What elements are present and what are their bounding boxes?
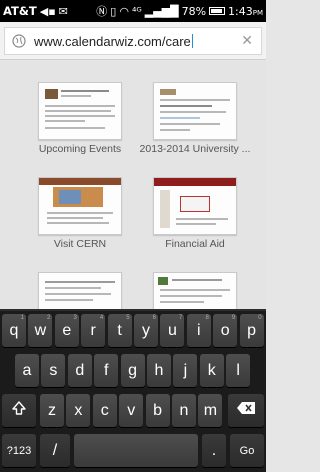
carrier-label: AT&T [3, 4, 37, 18]
key-j[interactable]: j [173, 354, 198, 387]
battery-percent: 78% [181, 4, 207, 18]
backspace-icon [236, 401, 256, 420]
key-r[interactable]: r4 [81, 314, 106, 347]
key-u[interactable]: u7 [160, 314, 185, 347]
soft-keyboard: q1 w2 e3 r4 t5 y6 u7 i8 o9 p0 a s d f g … [0, 309, 266, 472]
shift-icon [11, 400, 27, 421]
key-period[interactable]: . [202, 434, 226, 467]
most-visited-grid: Upcoming Events 2013-2014 University ...… [0, 61, 266, 309]
url-text: www.calendarwiz.com/care [34, 33, 191, 49]
key-b[interactable]: b [145, 394, 170, 427]
bookmark-thumbnail-6[interactable] [153, 272, 237, 309]
key-slash[interactable]: / [40, 434, 70, 467]
status-bar: AT&T ◀▪ ✉ Ⓝ ▯ ◠ ⁴ᴳ ▂▄▆█ 78% 1:43PM [0, 0, 266, 22]
key-y[interactable]: y6 [134, 314, 158, 347]
key-z[interactable]: z [40, 394, 64, 427]
backspace-key[interactable] [228, 394, 264, 427]
message-icon: ✉ [58, 4, 68, 18]
symbols-key[interactable]: ?123 [2, 434, 36, 467]
shift-key[interactable] [2, 394, 36, 427]
key-h[interactable]: h [147, 354, 171, 387]
key-c[interactable]: c [92, 394, 117, 427]
bookmark-thumbnail-upcoming-events[interactable] [38, 82, 122, 140]
key-p[interactable]: p0 [239, 314, 264, 347]
key-s[interactable]: s [41, 354, 66, 387]
key-w[interactable]: w2 [28, 314, 53, 347]
bookmark-thumbnail-university[interactable] [153, 82, 237, 140]
clear-icon[interactable]: ✕ [241, 33, 253, 49]
battery-icon [209, 7, 226, 15]
key-n[interactable]: n [172, 394, 196, 427]
clock: 1:43PM [228, 4, 263, 18]
key-q[interactable]: q1 [2, 314, 26, 347]
bookmark-label[interactable]: Financial Aid [135, 238, 255, 250]
key-e[interactable]: e3 [54, 314, 79, 347]
vibrate-icon: ▯ [110, 4, 117, 18]
url-input[interactable]: www.calendarwiz.com/care ✕ [4, 27, 262, 55]
key-a[interactable]: a [15, 354, 39, 387]
signal-icon: ▂▄▆█ [144, 4, 179, 18]
key-v[interactable]: v [119, 394, 144, 427]
bookmark-thumbnail-5[interactable] [38, 272, 122, 309]
bookmark-label[interactable]: Upcoming Events [20, 143, 140, 155]
wifi-icon: ◠ [119, 4, 129, 18]
key-f[interactable]: f [94, 354, 119, 387]
key-g[interactable]: g [120, 354, 145, 387]
key-d[interactable]: d [67, 354, 92, 387]
go-key[interactable]: Go [230, 434, 264, 467]
key-x[interactable]: x [66, 394, 91, 427]
voicemail-icon: ◀▪ [39, 4, 56, 18]
bookmark-thumbnail-visit-cern[interactable] [38, 177, 122, 235]
key-t[interactable]: t5 [107, 314, 132, 347]
key-m[interactable]: m [198, 394, 223, 427]
browser-toolbar: www.calendarwiz.com/care ✕ [0, 22, 266, 60]
bookmark-thumbnail-financial-aid[interactable] [153, 177, 237, 235]
nfc-icon: Ⓝ [96, 4, 108, 18]
key-l[interactable]: l [226, 354, 251, 387]
key-k[interactable]: k [199, 354, 224, 387]
key-i[interactable]: i8 [186, 314, 211, 347]
bookmark-label[interactable]: 2013-2014 University ... [135, 143, 255, 155]
4g-icon: ⁴ᴳ [131, 4, 142, 18]
key-o[interactable]: o9 [213, 314, 238, 347]
globe-icon [10, 32, 28, 50]
space-key[interactable] [74, 434, 198, 467]
bookmark-label[interactable]: Visit CERN [20, 238, 140, 250]
text-cursor [191, 33, 193, 48]
